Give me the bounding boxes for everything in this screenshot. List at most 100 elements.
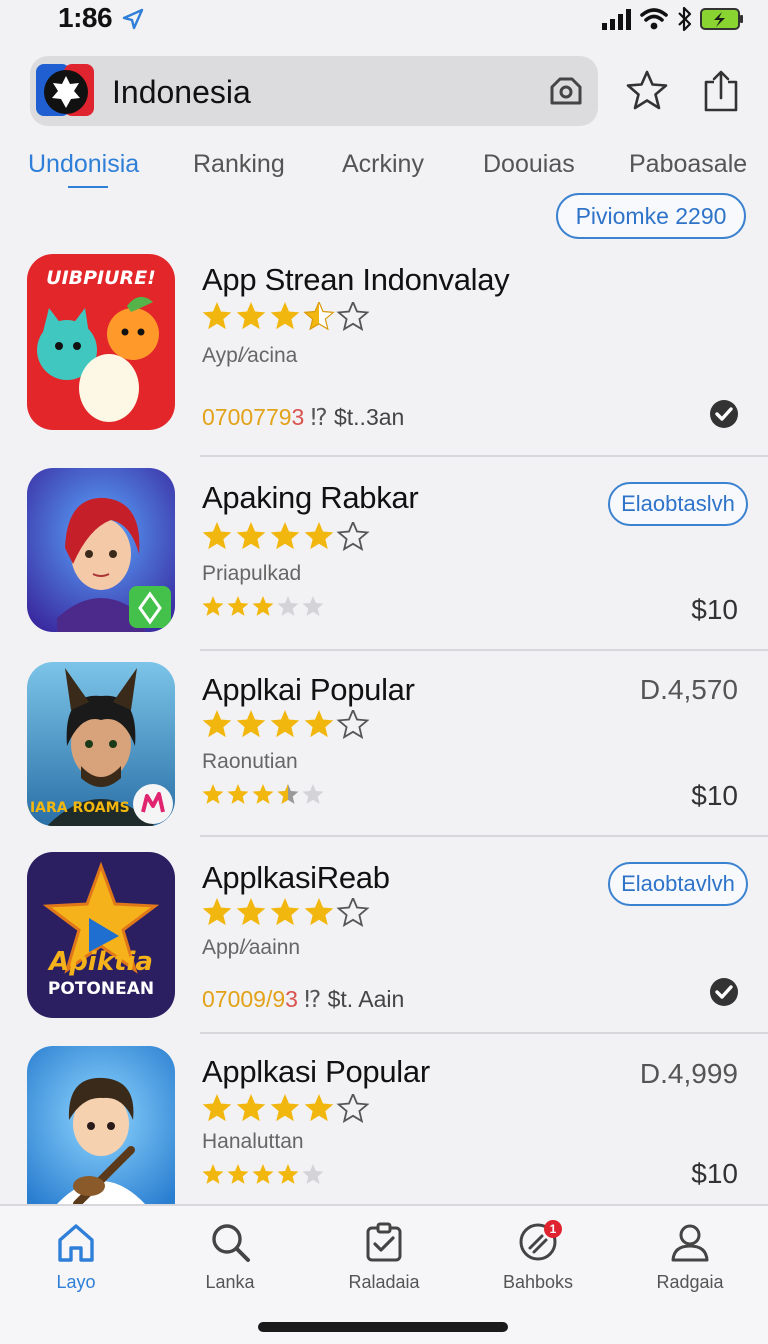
row-divider xyxy=(200,455,768,457)
tab-ranking[interactable]: Ranking xyxy=(193,150,285,179)
app-name[interactable]: Applkai Popular xyxy=(202,672,415,708)
tab-paboasale[interactable]: Paboasale xyxy=(629,150,747,179)
app-action-button[interactable]: Elaobtaslvh xyxy=(608,482,748,526)
search-bar[interactable]: Indonesia xyxy=(30,56,598,126)
star-icon xyxy=(202,1094,232,1122)
tabbar-label: Lanka xyxy=(205,1272,255,1292)
app-top-price: D.4,999 xyxy=(639,1058,738,1089)
app-icon[interactable]: Apiktia POTONEAN xyxy=(27,852,175,1018)
star-icon xyxy=(270,302,300,330)
rating-stars xyxy=(202,710,370,739)
tabbar-item-lanka[interactable]: Lanka xyxy=(170,1220,290,1300)
tab-doouias[interactable]: Doouias xyxy=(483,150,575,179)
star-icon xyxy=(277,596,299,616)
rating-stars xyxy=(202,302,370,331)
star-icon xyxy=(302,784,324,804)
app-name[interactable]: Apaking Rabkar xyxy=(202,480,419,516)
star-icon xyxy=(270,522,300,550)
promo-button[interactable]: Piviomke 2290 xyxy=(556,193,746,239)
app-name[interactable]: App Strean Indonvalay xyxy=(202,262,510,298)
star-icon xyxy=(236,710,266,738)
app-downloads: $t..3an xyxy=(333,404,405,430)
home-indicator[interactable] xyxy=(258,1322,508,1332)
wifi-icon xyxy=(640,8,668,30)
star-icon xyxy=(202,302,232,330)
country-flag-logo xyxy=(36,64,94,116)
app-icon[interactable]: RAIARA ROAMS xyxy=(27,662,175,826)
camera-badge-icon[interactable] xyxy=(546,71,586,111)
star-icon xyxy=(302,596,324,616)
app-subtitle: Hanaluttan xyxy=(202,1130,304,1153)
app-icon-text: Apiktia xyxy=(47,947,153,977)
star-icon xyxy=(236,1094,266,1122)
app-code: 07007793 xyxy=(202,404,305,430)
star-icon xyxy=(236,302,266,330)
star-icon xyxy=(304,522,334,550)
meta-separator: ⁉ xyxy=(310,404,328,430)
star-icon xyxy=(270,898,300,926)
star-icon xyxy=(202,1164,224,1184)
rating-stars xyxy=(202,898,370,927)
category-tabs: Undonisia Ranking Acrkiny Doouias Paboas… xyxy=(0,150,768,190)
notification-badge: 1 xyxy=(544,1220,562,1238)
share-icon[interactable] xyxy=(700,66,742,116)
mini-rating-stars xyxy=(202,596,324,616)
star-icon xyxy=(236,522,266,550)
app-price: $10 xyxy=(691,1158,738,1189)
star-icon xyxy=(236,898,266,926)
location-arrow-icon xyxy=(122,8,144,30)
app-icon[interactable] xyxy=(27,1046,175,1204)
star-icon xyxy=(227,596,249,616)
status-bar: 1:86 xyxy=(0,0,768,40)
checklist-icon xyxy=(366,1222,402,1262)
tabbar-item-radgaia[interactable]: Radgaia xyxy=(630,1220,750,1300)
app-icon[interactable] xyxy=(27,468,175,632)
search-input[interactable]: Indonesia xyxy=(112,74,251,111)
rating-stars xyxy=(202,522,370,551)
mini-rating-stars xyxy=(202,784,324,804)
tabbar-item-bahboks[interactable]: 1 Bahboks xyxy=(478,1220,598,1300)
home-icon xyxy=(58,1224,94,1262)
app-icon[interactable]: UIBPIURE! xyxy=(27,254,175,430)
app-subtitle: Ayp/⁄acina xyxy=(202,344,298,367)
row-divider xyxy=(200,1032,768,1034)
status-time: 1:86 xyxy=(58,2,113,33)
person-icon xyxy=(671,1224,709,1262)
tabbar-label: Radgaia xyxy=(656,1272,724,1292)
star-icon xyxy=(202,898,232,926)
favorite-star-icon[interactable] xyxy=(624,68,670,114)
tab-acrkiny[interactable]: Acrkiny xyxy=(342,150,424,179)
cellular-signal-icon xyxy=(602,9,631,30)
star-icon xyxy=(336,522,370,551)
star-icon xyxy=(202,784,224,804)
app-downloads: $t. Aain xyxy=(327,986,405,1012)
star-icon xyxy=(336,710,370,739)
app-code: 07009/93 xyxy=(202,986,298,1012)
star-icon xyxy=(202,522,232,550)
tabbar-label: Layo xyxy=(56,1272,96,1292)
bluetooth-icon xyxy=(678,6,692,32)
tabbar-item-raladaia[interactable]: Raladaia xyxy=(324,1220,444,1300)
app-subtitle: Raonutian xyxy=(202,750,298,773)
app-action-button[interactable]: Elaobtavlvh xyxy=(608,862,748,906)
star-icon xyxy=(202,710,232,738)
rating-stars xyxy=(202,1094,370,1123)
app-name[interactable]: ApplkasiReab xyxy=(202,860,390,896)
app-name[interactable]: Applkasi Popular xyxy=(202,1054,430,1090)
verified-check-icon xyxy=(710,978,738,1006)
star-icon xyxy=(252,1164,274,1184)
star-icon xyxy=(336,1094,370,1123)
tabbar-item-layo[interactable]: Layo xyxy=(16,1220,136,1300)
star-icon xyxy=(277,1164,299,1184)
star-icon xyxy=(227,1164,249,1184)
star-icon xyxy=(304,1094,334,1122)
star-icon xyxy=(336,898,370,927)
star-icon xyxy=(252,784,274,804)
tabbar-label: Bahboks xyxy=(502,1272,574,1292)
verified-check-icon xyxy=(710,400,738,428)
star-icon xyxy=(336,302,370,331)
tab-undonisia[interactable]: Undonisia xyxy=(28,150,139,179)
app-meta: 07009/93 ⁉ $t. Aain xyxy=(202,986,404,1013)
search-icon xyxy=(212,1224,250,1262)
tabbar-label: Raladaia xyxy=(348,1272,420,1292)
